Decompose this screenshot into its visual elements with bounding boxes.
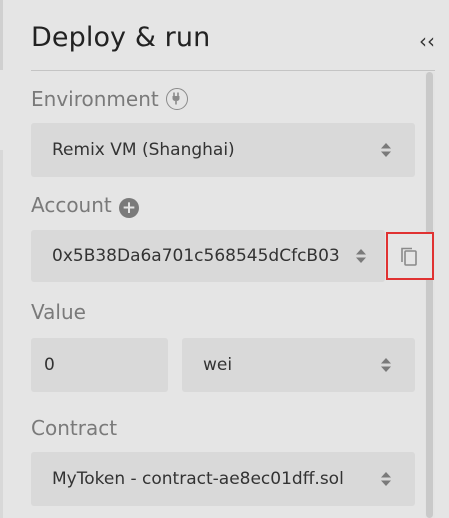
environment-select[interactable]: Remix VM (Shanghai)	[31, 123, 415, 177]
double-chevron-left-icon[interactable]: ‹‹	[417, 30, 437, 52]
scrollbar-thumb[interactable]	[426, 72, 433, 518]
select-arrows-icon	[380, 357, 392, 373]
copy-address-button[interactable]	[386, 232, 434, 280]
value-label: Value	[31, 300, 86, 324]
select-arrows-icon	[380, 142, 392, 158]
plus-circle-icon[interactable]: +	[119, 198, 139, 218]
contract-select-value: MyToken - contract-ae8ec01dff.sol	[52, 469, 344, 489]
account-select[interactable]: 0x5B38Da6a701c568545dCfcB03	[31, 230, 385, 282]
select-arrows-icon	[380, 471, 392, 487]
environment-select-value: Remix VM (Shanghai)	[52, 140, 235, 160]
select-arrows-icon	[355, 248, 367, 264]
value-amount-text: 0	[44, 355, 55, 375]
value-amount-input[interactable]: 0	[31, 338, 168, 392]
header-divider	[31, 70, 435, 71]
account-label: Account	[31, 193, 112, 217]
environment-label: Environment	[31, 87, 159, 111]
copy-icon	[401, 247, 417, 266]
value-unit-select[interactable]: wei	[182, 338, 415, 392]
contract-select[interactable]: MyToken - contract-ae8ec01dff.sol	[31, 452, 415, 506]
edge-segment-bottom	[0, 150, 3, 518]
left-panel-edge	[0, 0, 10, 518]
plug-icon	[166, 88, 188, 110]
account-select-value: 0x5B38Da6a701c568545dCfcB03	[52, 246, 340, 266]
contract-label: Contract	[31, 416, 118, 440]
page-title: Deploy & run	[31, 22, 211, 53]
value-unit-text: wei	[203, 355, 233, 375]
edge-segment-top	[0, 0, 3, 70]
